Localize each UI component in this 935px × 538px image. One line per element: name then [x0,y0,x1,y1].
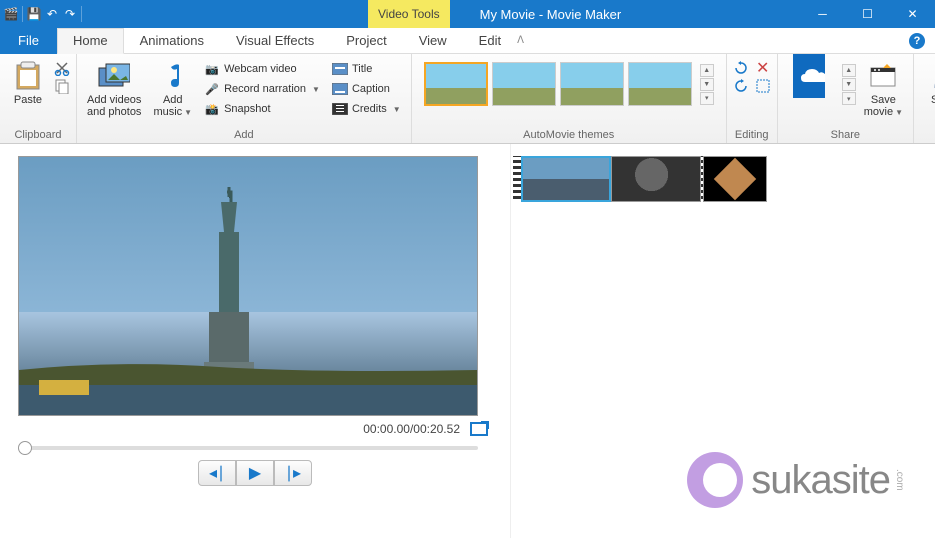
user-icon [926,60,935,92]
webcam-video-button[interactable]: 📷Webcam video [200,60,324,78]
save-movie-button[interactable]: Save movie▼ [860,58,907,120]
credits-button[interactable]: Credits▼ [328,100,405,118]
video-tools-context-tab: Video Tools [368,0,450,28]
themes-scroll-down[interactable]: ▼ [700,78,714,91]
copy-icon[interactable] [54,78,70,94]
tab-animations[interactable]: Animations [124,28,220,54]
tab-edit[interactable]: Edit [463,28,517,54]
clip-1[interactable] [521,156,611,202]
save-movie-icon [867,60,899,92]
delete-icon[interactable]: ✕ [755,60,771,76]
menubar: File Home Animations Visual Effects Proj… [0,28,935,54]
file-tab[interactable]: File [0,28,57,54]
seek-thumb[interactable] [18,441,32,455]
next-frame-button[interactable]: ∣▸ [274,460,312,486]
ribbon: Paste Clipboard Add videos and photos Ad… [0,54,935,144]
share-expand[interactable]: ▾ [842,92,856,105]
tab-view[interactable]: View [403,28,463,54]
group-automovie-themes: ▲ ▼ ▾ AutoMovie themes [412,54,727,143]
clip-3[interactable] [703,156,767,202]
caption-button[interactable]: Caption [328,80,405,98]
minimize-button[interactable]: ─ [800,0,845,28]
add-music-button[interactable]: Add music▼ [149,58,196,120]
group-add: Add videos and photos Add music▼ 📷Webcam… [77,54,412,143]
title-icon [332,61,348,77]
paste-button[interactable]: Paste [6,58,50,108]
select-all-icon[interactable] [755,78,771,94]
redo-icon[interactable]: ↷ [63,7,77,21]
credits-icon [332,101,348,117]
clipboard-icon [12,60,44,92]
sign-in-button[interactable]: Sign in [920,58,935,120]
caption-icon [332,81,348,97]
video-preview[interactable] [18,156,478,416]
tab-visual-effects[interactable]: Visual Effects [220,28,330,54]
group-clipboard: Paste Clipboard [0,54,77,143]
themes-scroll-up[interactable]: ▲ [700,64,714,77]
timeline-strip[interactable] [521,156,925,202]
tab-home[interactable]: Home [57,28,124,54]
record-narration-button[interactable]: 🎤Record narration▼ [200,80,324,98]
webcam-icon: 📷 [204,61,220,77]
collapse-ribbon-icon[interactable]: ᐱ [517,35,524,46]
app-icon: 🎬 [4,7,18,21]
add-videos-button[interactable]: Add videos and photos [83,58,145,120]
themes-expand[interactable]: ▾ [700,92,714,105]
preview-panel: 00:00.00/00:20.52 ◂∣ ▶ ∣▸ [0,144,510,538]
seek-bar[interactable] [18,446,478,450]
theme-thumb-3[interactable] [560,62,624,106]
theme-thumb-2[interactable] [492,62,556,106]
fullscreen-button[interactable] [470,422,488,436]
undo-icon[interactable]: ↶ [45,7,59,21]
maximize-button[interactable]: ☐ [845,0,890,28]
watermark-logo [687,452,743,508]
music-note-icon [157,60,189,92]
tab-project[interactable]: Project [330,28,402,54]
share-scroll-up[interactable]: ▲ [842,64,856,77]
prev-frame-button[interactable]: ◂∣ [198,460,236,486]
title-button[interactable]: Title [328,60,405,78]
onedrive-icon [793,60,825,92]
group-share: ▲ ▼ ▾ Save movie▼ Share [778,54,914,143]
group-signin: Sign in [914,54,935,143]
onedrive-button[interactable] [784,58,834,96]
rotate-right-icon[interactable] [733,78,749,94]
camera-icon: 📸 [204,101,220,117]
clip-2[interactable] [611,156,701,202]
cut-icon[interactable] [54,60,70,76]
close-button[interactable]: ✕ [890,0,935,28]
photos-icon [98,60,130,92]
window-title: My Movie - Movie Maker [480,7,622,22]
theme-thumb-4[interactable] [628,62,692,106]
play-button[interactable]: ▶ [236,460,274,486]
snapshot-button[interactable]: 📸Snapshot [200,100,324,118]
group-editing: ✕ Editing [727,54,778,143]
save-icon[interactable]: 💾 [27,7,41,21]
watermark: sukasite .com [687,452,905,508]
titlebar: 🎬 💾 ↶ ↷ Video Tools My Movie - Movie Mak… [0,0,935,28]
theme-thumb-1[interactable] [424,62,488,106]
microphone-icon: 🎤 [204,81,220,97]
help-icon[interactable]: ? [909,33,925,49]
share-scroll-down[interactable]: ▼ [842,78,856,91]
rotate-left-icon[interactable] [733,60,749,76]
time-display: 00:00.00/00:20.52 [363,422,460,436]
